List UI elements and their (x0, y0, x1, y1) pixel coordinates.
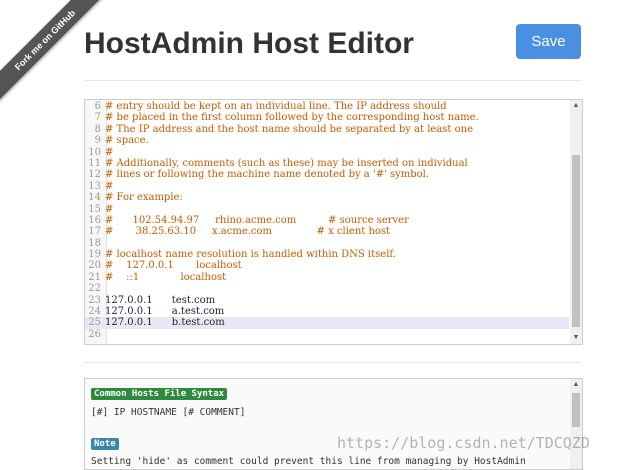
help-scrollbar[interactable]: ▲ (570, 379, 582, 469)
line-text[interactable]: 127.0.0.1 b.test.com (105, 317, 225, 328)
line-number: 26 (88, 328, 101, 340)
line-text[interactable]: # entry should be kept on an individual … (105, 101, 447, 112)
code-line[interactable]: 10 # (85, 147, 569, 158)
note-badge: Note (91, 438, 119, 450)
code-line[interactable]: 22 (85, 283, 569, 294)
code-line[interactable]: 26 (85, 329, 569, 340)
line-text[interactable]: # 38.25.63.10 x.acme.com # x client host (105, 226, 390, 237)
editor-divider (84, 362, 581, 363)
code-line[interactable]: 8 # The IP address and the host name shou… (85, 124, 569, 135)
line-number: 16 (88, 214, 101, 226)
code-line[interactable]: 17 # 38.25.63.10 x.acme.com # x client ho… (85, 226, 569, 237)
line-number: 7 (94, 112, 101, 124)
code-line[interactable]: 23 127.0.0.1 test.com (85, 295, 569, 306)
line-number: 21 (88, 271, 101, 283)
line-text[interactable]: # The IP address and the host name shoul… (105, 124, 473, 135)
editor-scrollbar[interactable]: ▲ ▼ (570, 100, 582, 344)
help-scroll-thumb[interactable] (572, 393, 580, 427)
line-text[interactable]: # (105, 204, 113, 215)
line-text[interactable]: # be placed in the first column followed… (105, 112, 479, 123)
hosts-editor[interactable]: 6 # entry should be kept on an individual… (84, 99, 583, 345)
scroll-up-icon[interactable]: ▲ (570, 100, 582, 112)
line-text[interactable]: 127.0.0.1 a.test.com (105, 306, 224, 317)
watermark: https://blog.csdn.net/TDCQZD (337, 434, 590, 452)
code-area[interactable]: 6 # entry should be kept on an individual… (85, 101, 569, 340)
header-divider (84, 80, 581, 81)
code-line[interactable]: 20 # 127.0.0.1 localhost (85, 260, 569, 271)
line-number: 20 (88, 260, 101, 272)
line-number: 22 (88, 283, 101, 295)
line-number: 8 (94, 123, 101, 135)
line-number: 23 (88, 294, 101, 306)
line-text[interactable]: # space. (105, 135, 149, 146)
editor-scroll-thumb[interactable] (572, 155, 580, 327)
line-number: 9 (94, 135, 101, 147)
help-panel: Common Hosts File Syntax [#] IP HOSTNAME… (84, 378, 583, 470)
code-line[interactable]: 18 (85, 238, 569, 249)
line-number: 19 (88, 249, 101, 261)
line-text[interactable]: # 127.0.0.1 localhost (105, 260, 242, 271)
line-number: 17 (88, 226, 101, 238)
syntax-text: [#] IP HOSTNAME [# COMMENT] (91, 407, 246, 418)
code-line[interactable]: 9 # space. (85, 135, 569, 146)
line-number: 24 (88, 306, 101, 318)
line-number: 12 (88, 169, 101, 181)
code-line[interactable]: 11 # Additionally, comments (such as thes… (85, 158, 569, 169)
code-line[interactable]: 12 # lines or following the machine name … (85, 169, 569, 180)
line-text[interactable]: 127.0.0.1 test.com (105, 295, 215, 306)
line-text[interactable]: # For example: (105, 192, 183, 203)
page-title: HostAdmin Host Editor (84, 27, 414, 60)
line-text[interactable]: # ::1 localhost (105, 272, 226, 283)
line-number: 15 (88, 203, 101, 215)
line-number: 14 (88, 192, 101, 204)
line-text[interactable]: # lines or following the machine name de… (105, 169, 429, 180)
line-number: 6 (94, 101, 101, 112)
line-number: 13 (88, 180, 101, 192)
line-text[interactable]: # Additionally, comments (such as these)… (105, 158, 468, 169)
line-text[interactable]: # localhost name resolution is handled w… (105, 249, 396, 260)
code-line[interactable]: 21 # ::1 localhost (85, 272, 569, 283)
code-line[interactable]: 6 # entry should be kept on an individual… (85, 101, 569, 112)
code-line[interactable]: 15 # (85, 204, 569, 215)
scroll-down-icon[interactable]: ▼ (570, 332, 582, 344)
code-line[interactable]: 7 # be placed in the first column followe… (85, 112, 569, 123)
line-number: 10 (88, 146, 101, 158)
line-number: 11 (88, 157, 101, 169)
line-number: 25 (88, 317, 101, 329)
line-number: 18 (88, 237, 101, 249)
line-text[interactable]: # (105, 147, 113, 158)
line-text[interactable]: # 102.54.94.97 rhino.acme.com # source s… (105, 215, 409, 226)
line-text[interactable]: # (105, 181, 113, 192)
code-line[interactable]: 25 127.0.0.1 b.test.com (85, 317, 569, 329)
syntax-badge: Common Hosts File Syntax (91, 388, 228, 400)
code-line[interactable]: 16 # 102.54.94.97 rhino.acme.com # source… (85, 215, 569, 226)
code-line[interactable]: 24 127.0.0.1 a.test.com (85, 306, 569, 317)
help-scroll-up-icon[interactable]: ▲ (570, 379, 582, 391)
code-line[interactable]: 13 # (85, 181, 569, 192)
note-text: Setting 'hide' as comment could prevent … (91, 456, 526, 467)
code-line[interactable]: 14 # For example: (85, 192, 569, 203)
save-button[interactable]: Save (516, 24, 581, 59)
code-line[interactable]: 19 # localhost name resolution is handled… (85, 249, 569, 260)
